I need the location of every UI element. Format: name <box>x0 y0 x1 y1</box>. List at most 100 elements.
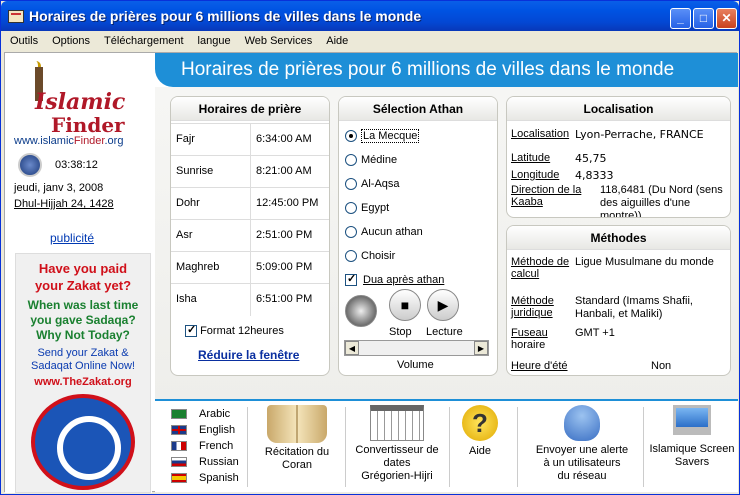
juristic-value: Standard (Imams Shafii, <box>575 295 693 307</box>
zakat-line: your Zakat yet? <box>34 278 132 293</box>
prayer-times-panel: Horaires de prière Fajr 6:34:00 AM Sunris… <box>170 96 330 376</box>
maximize-button[interactable]: □ <box>693 8 714 29</box>
methods-panel: Méthodes Méthode de calcul Ligue Musulman… <box>506 225 731 376</box>
athan-panel: Sélection Athan La Mecque Médine Al-Aqsa… <box>338 96 498 376</box>
zakat-banner[interactable]: Have you paid your Zakat yet? When was la… <box>15 253 151 493</box>
russia-flag-icon <box>171 457 187 468</box>
logo-text-islamic: Islamic <box>35 89 126 115</box>
language-russian[interactable]: Russian <box>171 456 239 468</box>
publicite-link[interactable]: publicité <box>50 231 94 245</box>
juristic-label[interactable]: juridique <box>511 307 553 319</box>
uk-flag-icon <box>171 425 187 436</box>
language-label: English <box>199 424 236 436</box>
format-12h-checkbox[interactable]: Format 12heures <box>185 323 284 338</box>
site-accent: Finder <box>73 135 105 147</box>
dst-label[interactable]: Heure d'été <box>511 360 568 372</box>
dst-value: Non <box>651 360 672 372</box>
latitude-value: 45,75 <box>575 152 607 165</box>
quran-recitation-button[interactable]: Récitation du Coran <box>255 405 339 472</box>
athan-panel-title: Sélection Athan <box>339 97 497 121</box>
zakat-line: Why Not Today? <box>36 328 130 342</box>
minimize-button[interactable]: _ <box>670 8 691 29</box>
juristic-value: Hanbali, et Maliki) <box>575 308 663 320</box>
language-label: Russian <box>199 456 239 468</box>
prayer-time: 2:51:00 PM <box>256 229 313 241</box>
thezakat-logo-icon <box>31 394 135 490</box>
juristic-label[interactable]: Méthode <box>511 295 554 307</box>
athan-option[interactable]: La Mecque <box>345 129 420 143</box>
zakat-line: you gave Sadaqa? <box>30 313 136 327</box>
bottom-toolbar: Arabic English French Russian Spanish Ré… <box>155 399 738 492</box>
radio-button[interactable] <box>345 250 357 263</box>
zakat-line: Have you paid <box>38 261 128 276</box>
prayer-row: Asr 2:51:00 PM <box>171 219 329 252</box>
menu-outils[interactable]: Outils <box>2 32 44 47</box>
checkbox-box[interactable] <box>185 323 197 338</box>
athan-option[interactable]: Egypt <box>345 202 389 215</box>
tool-label: Envoyer une alerte <box>535 444 629 456</box>
dua-checkbox[interactable]: Dua après athan <box>345 272 444 287</box>
menu-aide[interactable]: Aide <box>318 32 354 47</box>
reduce-window-link[interactable]: Réduire la fenêtre <box>198 348 299 362</box>
checkbox-box[interactable] <box>345 272 357 287</box>
france-flag-icon <box>171 441 187 452</box>
calc-method-label[interactable]: calcul <box>511 268 539 280</box>
tool-label: Récitation du <box>264 446 330 458</box>
prayer-name: Asr <box>176 229 193 241</box>
send-alert-button[interactable]: Envoyer une alerte à un utilisateurs du ré… <box>527 405 637 483</box>
website-link[interactable]: www.islamicFinder.org <box>14 135 123 147</box>
language-french[interactable]: French <box>171 440 233 452</box>
radio-button[interactable] <box>345 130 357 143</box>
prayer-row: Sunrise 8:21:00 AM <box>171 155 329 188</box>
prayer-time: 5:09:00 PM <box>256 261 313 273</box>
athan-option[interactable]: Al-Aqsa <box>345 178 400 191</box>
latitude-label[interactable]: Latitude <box>511 152 550 164</box>
location-label[interactable]: Localisation <box>511 128 569 140</box>
athan-option[interactable]: Choisir <box>345 250 395 263</box>
app-icon <box>8 10 24 23</box>
athan-option[interactable]: Aucun athan <box>345 226 423 239</box>
radio-button[interactable] <box>345 202 357 215</box>
kaaba-label[interactable]: Direction de la <box>511 184 581 196</box>
radio-button[interactable] <box>345 226 357 239</box>
volume-right-arrow[interactable]: ▶ <box>474 341 488 355</box>
longitude-value: 4,8333 <box>575 169 614 182</box>
prayer-name: Fajr <box>176 133 195 145</box>
radio-button[interactable] <box>345 154 357 167</box>
volume-slider[interactable]: ◀ ▶ <box>344 340 489 356</box>
screen-savers-button[interactable]: Islamique Screen Savers <box>649 405 735 469</box>
date-converter-button[interactable]: Convertisseur de dates Grégorien-Hijri <box>351 405 443 483</box>
longitude-label[interactable]: Longitude <box>511 169 559 181</box>
close-button[interactable]: ✕ <box>716 8 737 29</box>
tool-label: Grégorien-Hijri <box>361 470 433 482</box>
tool-label: Savers <box>674 456 710 468</box>
radio-button[interactable] <box>345 178 357 191</box>
kaaba-label[interactable]: Kaaba <box>511 196 543 208</box>
language-arabic[interactable]: Arabic <box>171 408 230 420</box>
prayer-panel-title: Horaires de prière <box>171 97 329 121</box>
prayer-row: Fajr 6:34:00 AM <box>171 123 329 156</box>
athan-option-label: Médine <box>361 154 398 166</box>
help-button[interactable]: ? Aide <box>455 405 505 458</box>
stop-button[interactable]: ■ <box>389 289 421 321</box>
prayer-row: Isha 6:51:00 PM <box>171 283 329 316</box>
language-label: Spanish <box>199 472 239 484</box>
methods-panel-title: Méthodes <box>507 226 730 250</box>
play-button[interactable]: ▶ <box>427 289 459 321</box>
timezone-label[interactable]: Fuseau <box>511 327 548 339</box>
athan-option[interactable]: Médine <box>345 154 398 167</box>
monitor-icon <box>673 405 711 435</box>
tool-label: Convertisseur de <box>355 444 439 456</box>
language-english[interactable]: English <box>171 424 235 436</box>
volume-left-arrow[interactable]: ◀ <box>345 341 359 355</box>
prayer-time: 8:21:00 AM <box>256 165 312 177</box>
menu-options[interactable]: Options <box>44 32 96 47</box>
calc-method-label[interactable]: Méthode de <box>511 256 569 268</box>
menu-web-services[interactable]: Web Services <box>237 32 319 47</box>
hijri-date: Dhul-Hijjah 24, 1428 <box>14 198 114 210</box>
title-bar[interactable]: Horaires de prières pour 6 millions de v… <box>1 1 739 31</box>
menu-langue[interactable]: langue <box>190 32 237 47</box>
menu-telechargement[interactable]: Téléchargement <box>96 32 190 47</box>
logo-text-finder: Finder <box>51 113 125 137</box>
language-spanish[interactable]: Spanish <box>171 472 239 484</box>
